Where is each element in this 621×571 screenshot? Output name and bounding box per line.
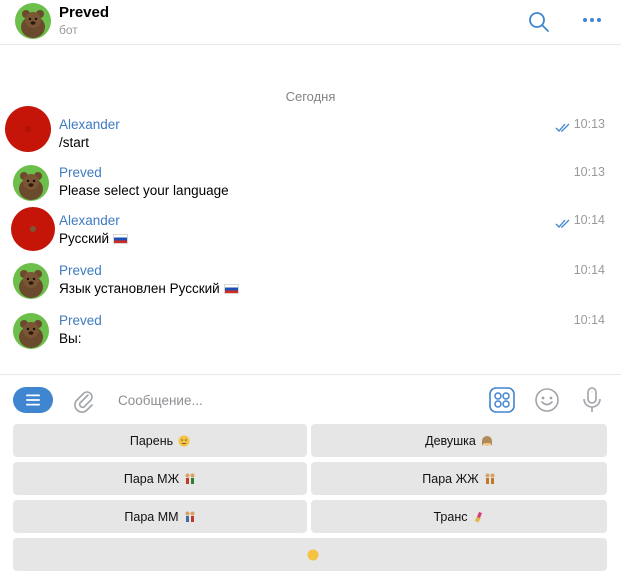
message-text: Русский [59,231,129,246]
chat-title: Preved [59,4,110,21]
russia-flag-icon [223,284,239,294]
two-men-emoji-icon [185,511,195,522]
keyboard-button-girl[interactable]: Девушка [311,424,607,457]
girl-emoji-icon [481,435,492,446]
keyboard-button-trans[interactable]: Транс [311,500,607,533]
guy-emoji-icon [178,435,190,446]
more-icon[interactable] [579,7,605,33]
bot-menu-button[interactable] [13,387,53,413]
message-text: /start [59,135,90,150]
user-avatar[interactable] [11,207,55,251]
attach-icon[interactable] [69,386,97,414]
message-time: 10:13 [573,165,605,179]
couple-emoji-icon [185,473,195,484]
message[interactable]: Preved Вы: 10:14 [0,313,621,363]
bot-avatar[interactable] [13,313,49,349]
keyboard-button-partial[interactable] [13,538,607,571]
emoji-icon [307,549,318,560]
message[interactable]: Preved Язык установлен Русский 10:14 [0,263,621,313]
lipstick-emoji-icon [474,511,482,523]
search-icon[interactable] [526,9,552,35]
bot-avatar[interactable] [13,263,49,299]
user-avatar[interactable] [5,106,51,152]
message-text: Вы: [59,331,82,346]
keyboard-button-couple-mm[interactable]: Пара ММ [13,500,307,533]
message-time: 10:14 [573,263,605,277]
message[interactable]: Alexander Русский 10:14 [0,207,621,263]
message-author[interactable]: Alexander [59,213,120,228]
keyboard-button-couple-ff[interactable]: Пара ЖЖ [311,462,607,495]
bot-avatar[interactable] [13,165,49,201]
keyboard-button-guy[interactable]: Парень [13,424,307,457]
message-author[interactable]: Preved [59,313,102,328]
message-text: Please select your language [59,183,229,198]
message-author[interactable]: Preved [59,165,102,180]
microphone-icon[interactable] [578,386,606,414]
message-time: 10:13 [573,117,605,131]
two-women-emoji-icon [485,473,495,484]
read-checkmarks-icon [555,120,571,138]
keyboard-button-couple-mf[interactable]: Пара МЖ [13,462,307,495]
russia-flag-icon [113,234,129,244]
message[interactable]: Alexander /start 10:13 [0,106,621,167]
bot-reply-keyboard: Парень Девушка Пара МЖ Пара ЖЖ Пара ММ Т… [0,421,621,571]
message-composer [0,374,621,423]
bot-keyboard-icon[interactable] [488,386,516,414]
message-author[interactable]: Preved [59,263,102,278]
emoji-icon[interactable] [533,386,561,414]
date-separator: Сегодня [285,89,336,104]
message-time: 10:14 [573,213,605,227]
message[interactable]: Preved Please select your language 10:13 [0,165,621,215]
message-input[interactable] [112,390,478,410]
message-text: Язык установлен Русский [59,281,239,296]
bot-avatar[interactable] [15,3,51,39]
read-checkmarks-icon [555,216,571,234]
message-author[interactable]: Alexander [59,117,120,132]
chat-subtitle: бот [59,23,78,37]
menu-icon [26,394,40,406]
message-time: 10:14 [573,313,605,327]
chat-header: Preved бот [0,0,621,45]
